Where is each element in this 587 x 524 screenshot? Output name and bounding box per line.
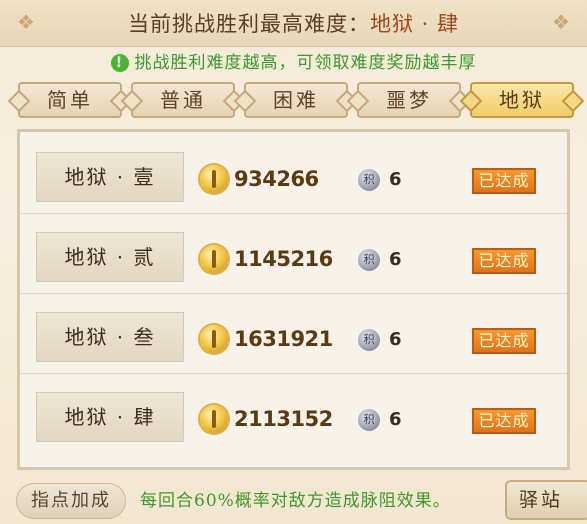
stage-name: 地狱 · 肆 [36,392,184,442]
title-value: 地狱 · 肆 [369,12,460,36]
sword-coin-icon [200,405,228,433]
stage-name: 地狱 · 壹 [36,152,184,202]
difficulty-tabs: 简单 普通 困难 噩梦 地狱 [18,82,574,122]
achieved-badge[interactable]: 已达成 [472,168,536,194]
points-count: 6 [389,329,402,350]
points-token-icon: 积 [358,249,380,271]
points-count: 6 [389,249,402,270]
hint-text: 挑战胜利难度越高，可领取难度奖励越丰厚 [134,53,477,73]
stage-score: 934266 [234,167,319,191]
stage-list: 地狱 · 壹 934266 积 6 已达成 地狱 · 贰 1145216 积 6… [17,129,570,470]
page-title: 当前挑战胜利最高难度：地狱 · 肆 [0,8,587,38]
points-token-icon: 积 [358,409,380,431]
footer-bar: 指点加成 每回合60%概率对敌方造成脉阻效果。 驿站 [0,476,587,524]
tab-hell[interactable]: 地狱 [470,82,574,118]
achieved-badge[interactable]: 已达成 [472,408,536,434]
station-button[interactable]: 驿站 [505,480,587,520]
list-item: 地狱 · 肆 2113152 积 6 已达成 [20,378,567,454]
stage-score: 1631921 [234,327,333,351]
points-count: 6 [389,169,402,190]
stage-name: 地狱 · 叁 [36,312,184,362]
tab-normal[interactable]: 普通 [131,82,235,118]
points-token-icon: 积 [358,329,380,351]
header-banner: ❖ 当前挑战胜利最高难度：地狱 · 肆 ❖ [0,0,587,47]
points-token-icon: 积 [358,169,380,191]
stage-name: 地狱 · 贰 [36,232,184,282]
guidance-bonus-button[interactable]: 指点加成 [16,483,126,519]
tab-hard[interactable]: 困难 [244,82,348,118]
stage-score: 2113152 [234,407,333,431]
stage-score: 1145216 [234,247,333,271]
cloud-ornament-icon: ❖ [552,10,570,34]
list-item: 地狱 · 壹 934266 积 6 已达成 [20,138,567,214]
sword-coin-icon [200,325,228,353]
points-count: 6 [389,409,402,430]
reward-hint: ! 挑战胜利难度越高，可领取难度奖励越丰厚 [0,48,587,74]
effect-description: 每回合60%概率对敌方造成脉阻效果。 [140,491,451,511]
list-item: 地狱 · 贰 1145216 积 6 已达成 [20,218,567,294]
tab-nightmare[interactable]: 噩梦 [357,82,461,118]
achieved-badge[interactable]: 已达成 [472,248,536,274]
list-item: 地狱 · 叁 1631921 积 6 已达成 [20,298,567,374]
achieved-badge[interactable]: 已达成 [472,328,536,354]
exclamation-icon: ! [110,54,129,72]
sword-coin-icon [200,165,228,193]
tab-simple[interactable]: 简单 [18,82,122,118]
title-prefix: 当前挑战胜利最高难度： [127,12,370,36]
sword-coin-icon [200,245,228,273]
